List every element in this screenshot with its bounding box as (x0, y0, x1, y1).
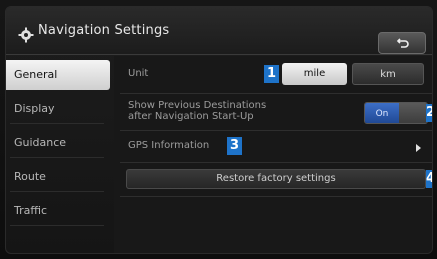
sidebar-item-label: Guidance (14, 136, 67, 149)
previous-destinations-label-line2: after Navigation Start-Up (128, 111, 254, 122)
previous-destinations-toggle[interactable]: On (364, 102, 428, 124)
unit-label: Unit (128, 68, 149, 79)
callout-badge-3: 3 (227, 137, 242, 155)
previous-destinations-label: Show Previous Destinations after Navigat… (128, 100, 266, 122)
divider (120, 130, 432, 131)
previous-destinations-label-line1: Show Previous Destinations (128, 100, 267, 111)
sidebar-item-label: Route (14, 170, 46, 183)
page-title: Navigation Settings (38, 23, 170, 38)
back-button[interactable] (378, 32, 426, 54)
sidebar-item-traffic[interactable]: Traffic (6, 196, 110, 226)
unit-mile-button[interactable]: mile (282, 63, 347, 85)
settings-frame: Navigation Settings General Display Guid… (5, 6, 433, 254)
chevron-right-icon[interactable] (416, 144, 421, 152)
divider (120, 196, 432, 197)
callout-badge-1: 1 (264, 65, 279, 83)
sidebar-item-label: Display (14, 102, 55, 115)
sidebar-item-display[interactable]: Display (6, 94, 110, 124)
divider (120, 162, 432, 163)
back-arrow-icon (396, 38, 409, 48)
sidebar-item-guidance[interactable]: Guidance (6, 128, 110, 158)
gear-icon (18, 27, 34, 43)
sidebar-item-route[interactable]: Route (6, 162, 110, 192)
gps-information-label[interactable]: GPS Information (128, 140, 209, 151)
toggle-off-knob (399, 103, 427, 123)
sidebar: General Display Guidance Route Traffic (6, 56, 114, 253)
title-bar: Navigation Settings (6, 7, 432, 55)
callout-badge-4: 4 (426, 170, 432, 188)
callout-badge-2: 2 (426, 104, 432, 122)
settings-panel: Unit 1 mile km Show Previous Destination… (114, 56, 432, 253)
divider (120, 93, 432, 94)
toggle-on-label: On (365, 103, 399, 123)
sidebar-item-general[interactable]: General (6, 60, 110, 90)
unit-km-button[interactable]: km (352, 63, 424, 85)
navigation-settings-screen: Navigation Settings General Display Guid… (0, 0, 437, 259)
restore-factory-settings-button[interactable]: Restore factory settings (126, 169, 426, 189)
sidebar-item-label: Traffic (14, 204, 48, 217)
sidebar-item-label: General (14, 68, 58, 81)
